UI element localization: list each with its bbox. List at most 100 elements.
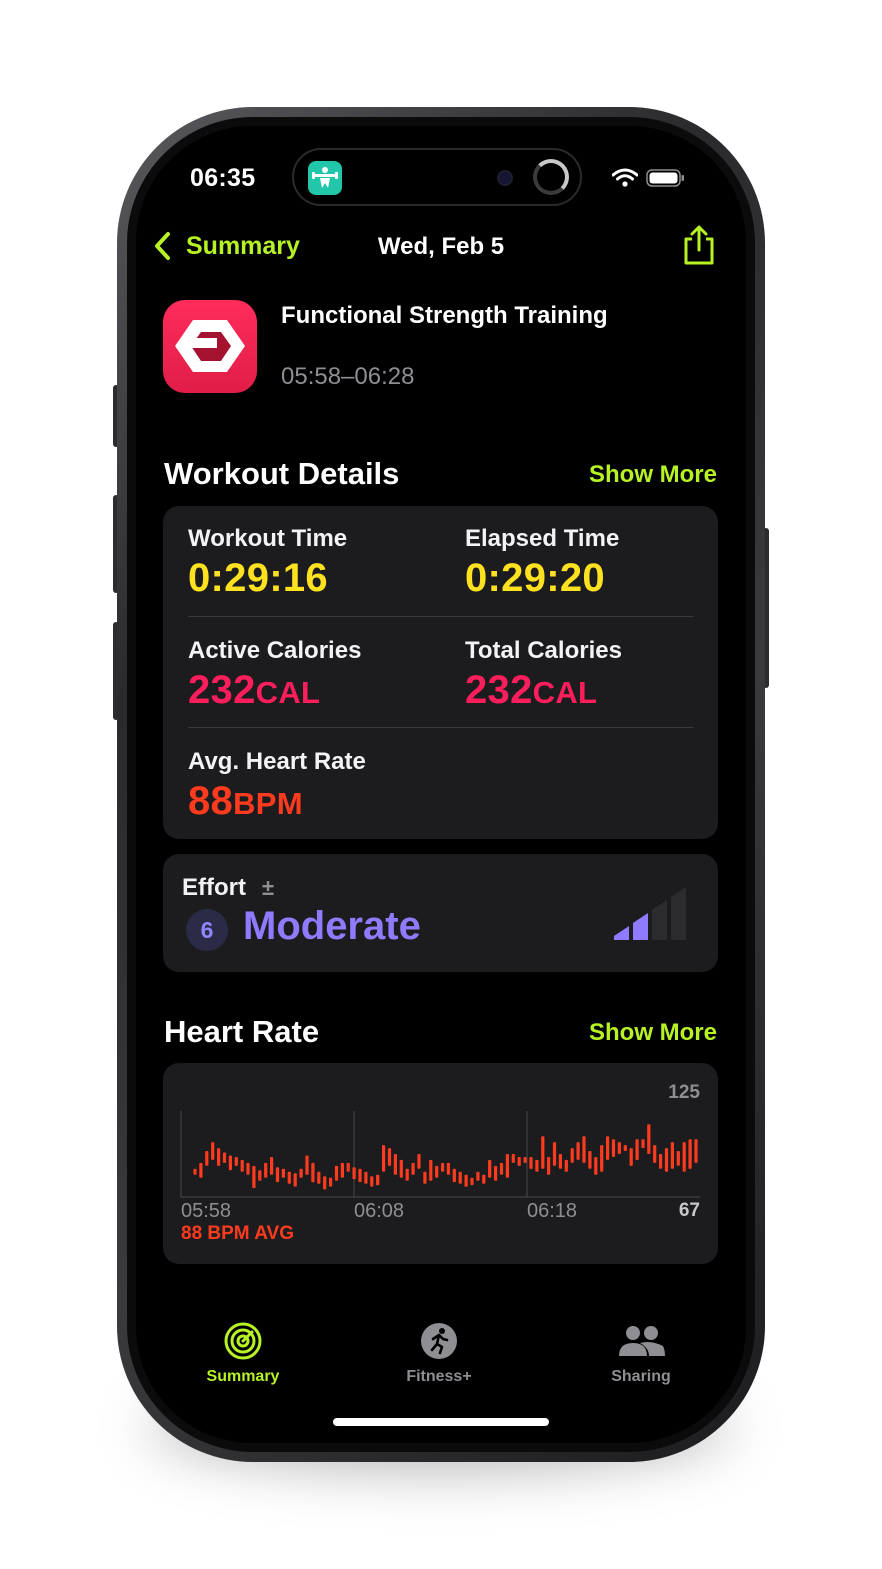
heart-rate-bar: [334, 1165, 339, 1181]
heart-rate-bar: [600, 1145, 604, 1172]
heart-rate-bar: [211, 1142, 215, 1160]
heart-rate-bar: [264, 1162, 268, 1178]
heart-rate-bar: [653, 1145, 657, 1163]
heart-rate-bar: [405, 1168, 409, 1181]
heart-rate-bar: [376, 1174, 380, 1186]
workout-details-show-more[interactable]: Show More: [589, 461, 717, 489]
heart-rate-bar: [275, 1167, 280, 1183]
heart-rate-bar: [364, 1171, 368, 1184]
workout-details-card: Workout Time 0:29:16 Elapsed Time 0:29:2…: [163, 506, 718, 839]
home-indicator[interactable]: [333, 1418, 549, 1426]
heart-rate-bar: [346, 1162, 350, 1172]
workout-live-activity-icon[interactable]: [308, 161, 342, 195]
heart-rate-bar: [629, 1148, 633, 1166]
active-calories-label: Active Calories: [188, 637, 362, 664]
front-camera-icon: [497, 170, 513, 186]
heart-rate-bar: [329, 1177, 333, 1187]
heart-rate-bar: [340, 1162, 344, 1178]
plus-minus-icon[interactable]: ±: [262, 875, 274, 901]
heart-rate-bar: [476, 1171, 480, 1181]
heart-rate-bar: [228, 1155, 232, 1171]
heart-rate-bar: [293, 1173, 297, 1187]
heart-rate-bar: [452, 1168, 456, 1183]
heart-rate-max-label: 125: [668, 1082, 700, 1103]
heart-rate-bar: [582, 1136, 586, 1163]
heart-rate-bar: [382, 1145, 386, 1172]
tab-summary[interactable]: Summary: [188, 1322, 298, 1386]
heart-rate-bar: [281, 1168, 285, 1178]
heart-rate-bar: [517, 1157, 521, 1166]
fitness-runner-icon: [421, 1323, 457, 1359]
heart-rate-bar: [505, 1154, 509, 1178]
effort-value: Moderate: [243, 904, 421, 948]
effort-level-bar: [633, 913, 648, 940]
heart-rate-bar: [564, 1159, 568, 1172]
chart-time-label: 06:18: [527, 1200, 578, 1222]
heart-rate-bar: [511, 1154, 515, 1163]
heart-rate-bar: [441, 1162, 445, 1172]
heart-rate-bar: [458, 1171, 462, 1184]
heart-rate-bar: [664, 1148, 669, 1172]
heart-rate-bar: [594, 1157, 598, 1175]
heart-rate-bar: [606, 1136, 610, 1160]
heart-rate-bar: [411, 1162, 415, 1175]
divider: [188, 616, 693, 617]
heart-rate-bar: [617, 1142, 621, 1154]
heart-rate-bar: [499, 1162, 504, 1175]
heart-rate-bar: [299, 1168, 303, 1178]
heart-rate-bar: [423, 1171, 427, 1184]
heart-rate-bar: [370, 1176, 374, 1187]
active-calories-value: 232CAL: [188, 668, 321, 712]
heart-rate-bar: [234, 1157, 238, 1166]
heart-rate-bar: [446, 1162, 450, 1175]
heart-rate-bar: [352, 1167, 356, 1180]
heart-rate-bar: [222, 1152, 227, 1163]
activity-rings-icon: [224, 1322, 262, 1360]
avg-heart-rate-label: Avg. Heart Rate: [188, 748, 366, 775]
battery-icon: [646, 169, 686, 192]
heart-rate-bar: [576, 1142, 580, 1160]
heart-rate-bar: [399, 1159, 403, 1178]
heart-rate-bar: [287, 1171, 291, 1184]
heart-rate-card[interactable]: 125 67 05:58 06:08 06:18 88 BPM AVG: [163, 1063, 718, 1264]
heart-rate-bar: [635, 1139, 639, 1160]
heart-rate-bar: [676, 1151, 680, 1166]
chart-time-label: 05:58: [181, 1200, 232, 1222]
status-time: 06:35: [190, 164, 256, 192]
tab-label: Fitness+: [406, 1368, 472, 1385]
heart-rate-bar: [588, 1151, 592, 1169]
heart-rate-bar: [552, 1142, 557, 1166]
heart-rate-bar: [311, 1162, 315, 1183]
strength-training-icon: [163, 300, 257, 393]
elapsed-time-label: Elapsed Time: [465, 525, 620, 552]
heart-rate-bar: [199, 1162, 203, 1178]
heart-rate-bar: [670, 1142, 674, 1169]
effort-score-badge: 6: [186, 909, 228, 951]
heart-rate-bar: [535, 1159, 539, 1172]
heart-rate-bar: [611, 1139, 616, 1157]
total-calories-value: 232CAL: [465, 668, 598, 712]
tab-fitness-plus[interactable]: Fitness+: [384, 1322, 494, 1386]
heart-rate-show-more[interactable]: Show More: [589, 1019, 717, 1047]
workout-name: Functional Strength Training: [281, 302, 608, 329]
heart-rate-bar: [488, 1159, 492, 1178]
heart-rate-title: Heart Rate: [164, 1014, 320, 1049]
divider: [188, 727, 693, 728]
tab-sharing[interactable]: Sharing: [586, 1322, 696, 1386]
heart-rate-bar: [317, 1171, 321, 1184]
heart-rate-bar: [323, 1176, 327, 1190]
page-title: Wed, Feb 5: [377, 233, 505, 260]
heart-rate-bar: [659, 1154, 663, 1169]
heart-rate-bar: [258, 1170, 262, 1181]
effort-level-icon: [614, 884, 690, 947]
heart-rate-bar: [623, 1145, 627, 1151]
heart-rate-bar: [529, 1157, 533, 1169]
tab-label: Sharing: [611, 1368, 671, 1385]
effort-label: Effort: [182, 874, 246, 901]
heart-rate-bar: [270, 1157, 274, 1175]
wifi-icon: [611, 168, 639, 193]
share-icon[interactable]: [681, 224, 717, 271]
heart-rate-min-label: 67: [678, 1200, 700, 1221]
people-icon: [619, 1326, 665, 1356]
elapsed-time-value: 0:29:20: [465, 556, 605, 600]
